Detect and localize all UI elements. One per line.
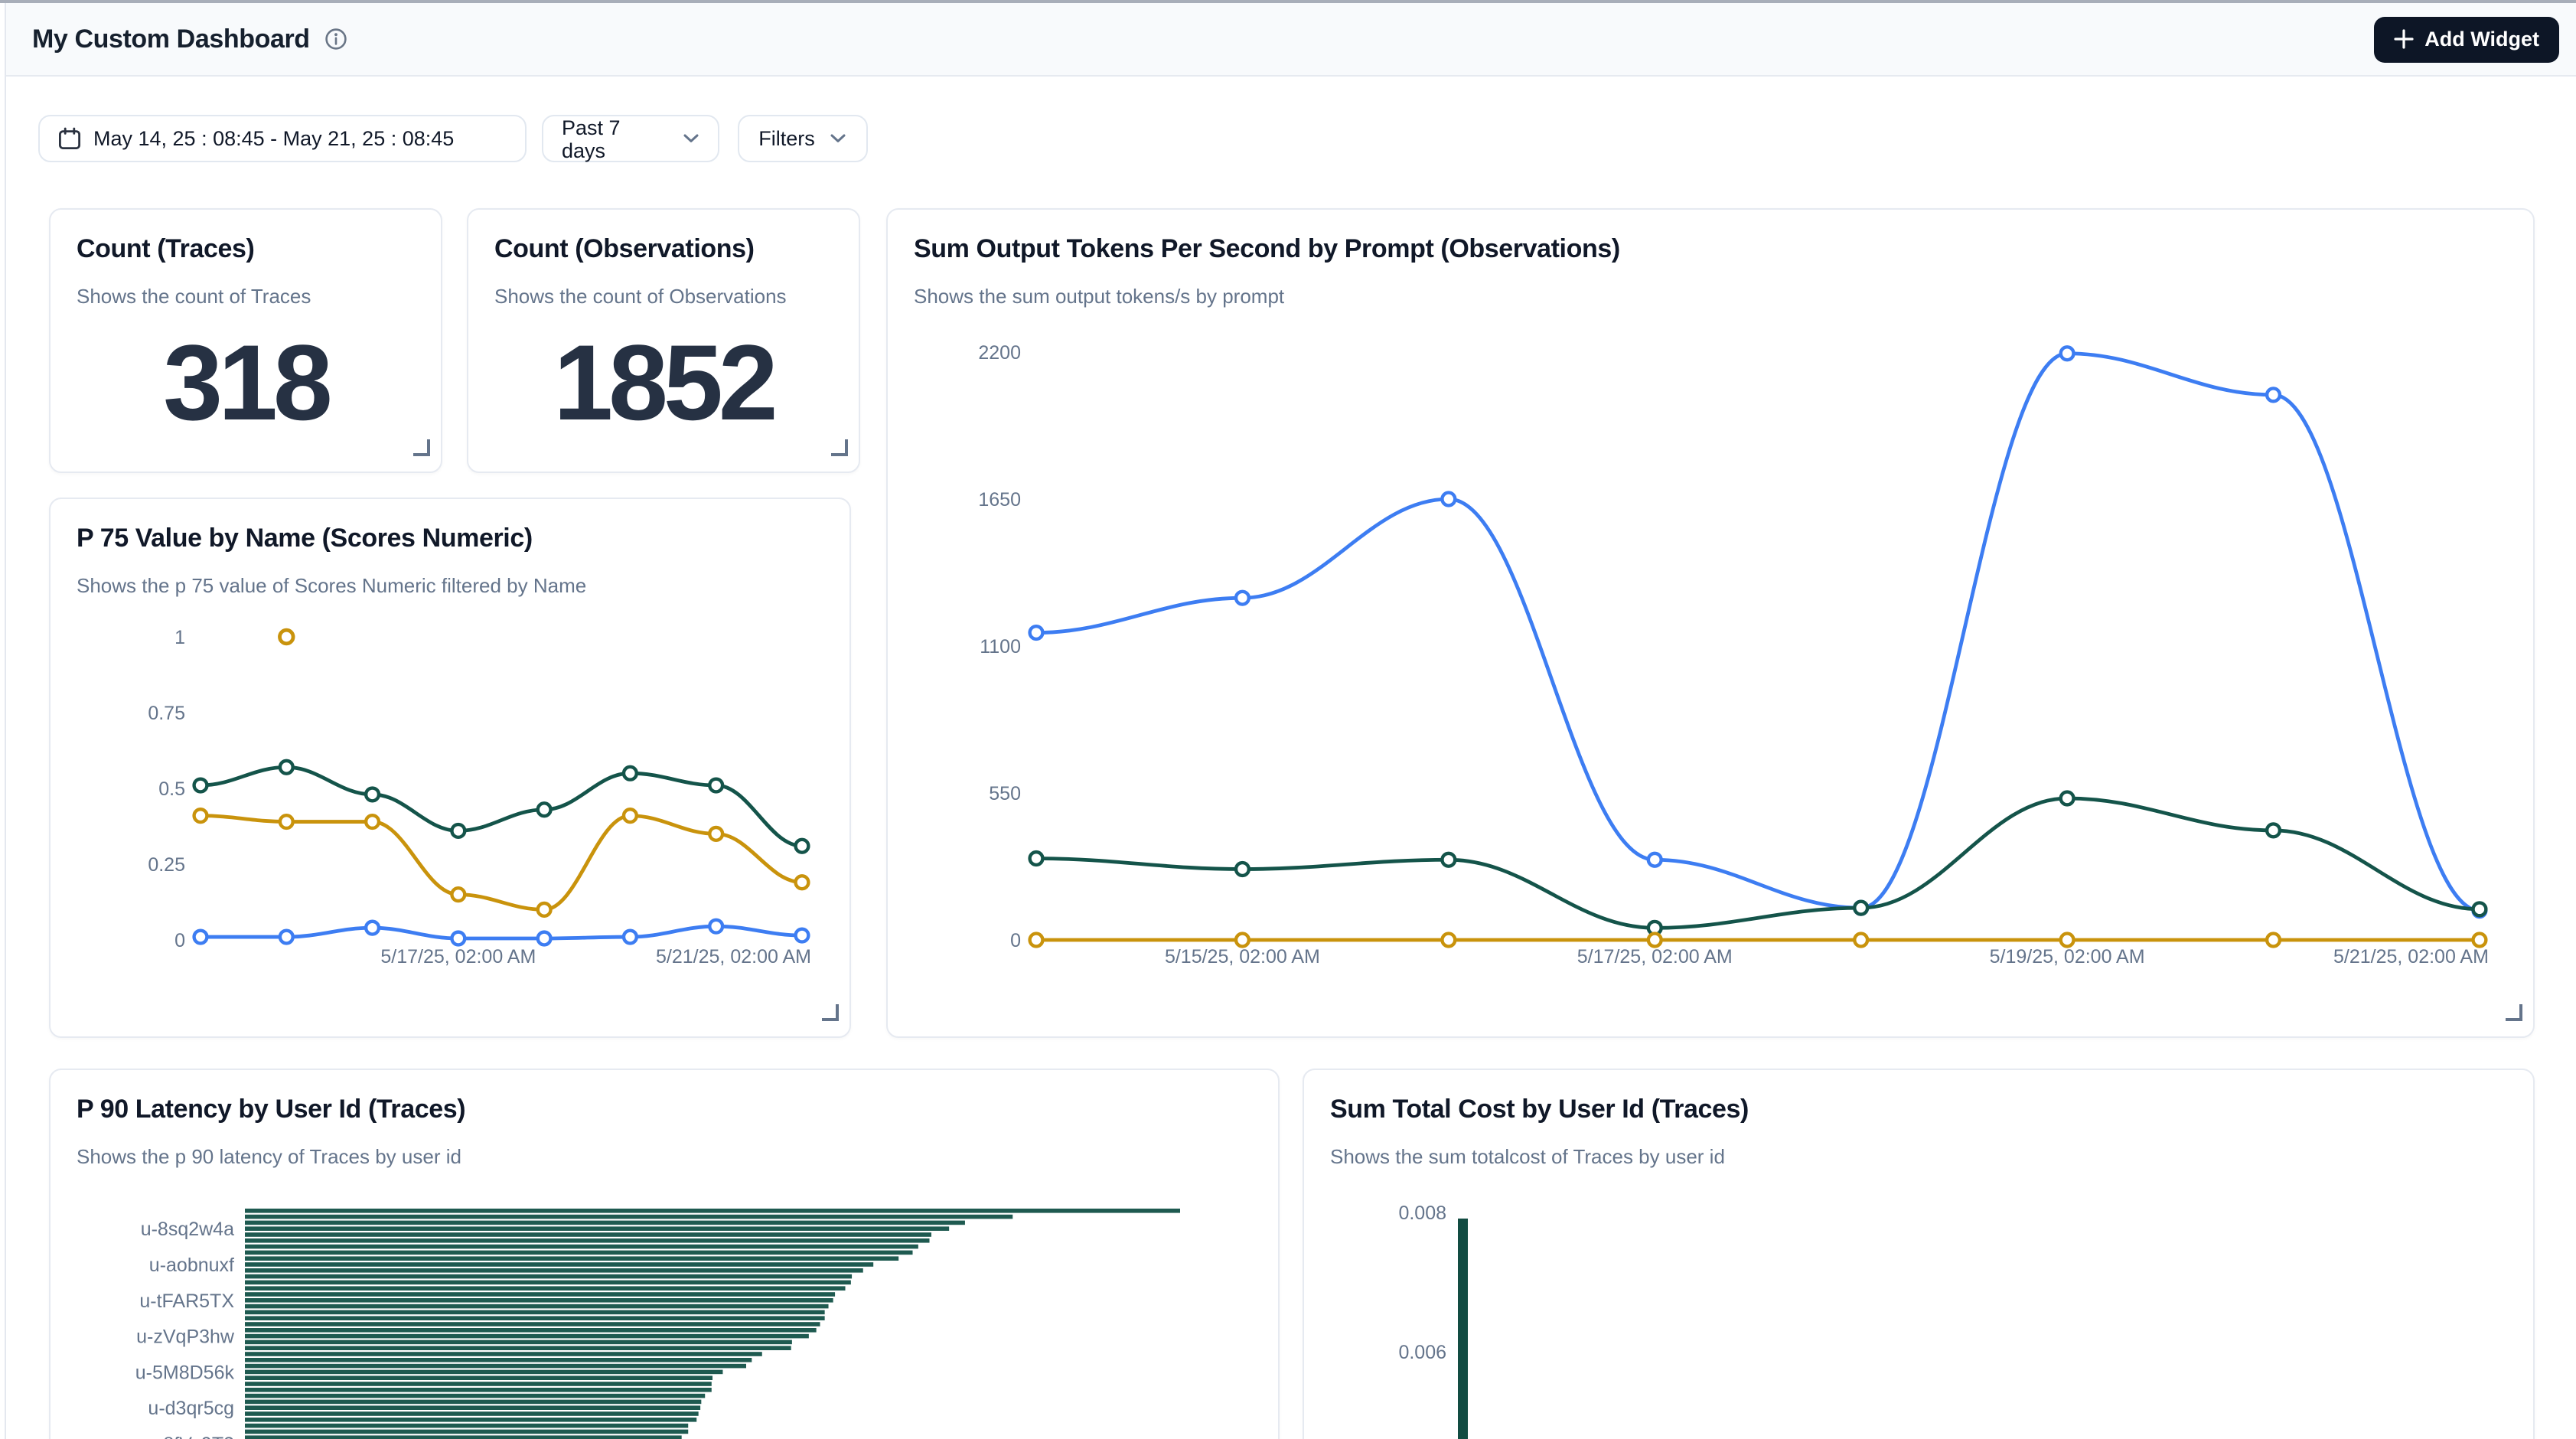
filters-dropdown[interactable]: Filters: [738, 115, 868, 162]
p90-bar-chart: u-8sq2w4a u-aobnuxf u-tFAR5TX u-zVqP3hw u-5M…: [51, 1070, 1280, 1439]
add-widget-button[interactable]: Add Widget: [2374, 16, 2559, 62]
widget-title: Count (Observations): [494, 234, 755, 265]
svg-text:0: 0: [1010, 930, 1021, 951]
svg-text:u-5M8D56k: u-5M8D56k: [135, 1362, 235, 1383]
svg-text:5/19/25, 02:00 AM: 5/19/25, 02:00 AM: [1990, 946, 2145, 967]
svg-text:0.25: 0.25: [148, 854, 185, 876]
sidebar-edge-divider: [5, 3, 6, 1439]
widget-cost-chart: Sum Total Cost by User Id (Traces) Shows…: [1303, 1069, 2535, 1439]
svg-text:5/21/25, 02:00 AM: 5/21/25, 02:00 AM: [2333, 946, 2489, 967]
svg-text:5/17/25, 02:00 AM: 5/17/25, 02:00 AM: [1577, 946, 1733, 967]
widget-tokens-chart: Sum Output Tokens Per Second by Prompt (…: [886, 208, 2535, 1038]
svg-text:0: 0: [174, 930, 185, 951]
svg-text:1100: 1100: [980, 636, 1021, 658]
chevron-down-icon: [830, 133, 847, 144]
widget-count-traces: Count (Traces) Shows the count of Traces…: [49, 208, 442, 473]
widget-p90-chart: P 90 Latency by User Id (Traces) Shows t…: [49, 1069, 1280, 1439]
resize-handle-icon[interactable]: [413, 439, 430, 456]
count-traces-value: 318: [51, 305, 441, 461]
page-title: My Custom Dashboard: [32, 24, 310, 54]
date-range-value: May 14, 25 : 08:45 - May 21, 25 : 08:45: [93, 127, 454, 150]
dashboard-page: My Custom Dashboard Add Widget May 14, 2…: [0, 0, 2576, 1439]
p75-line-chart: 0 0.25 0.5 0.75 1 5/17/25, 02:00 AM 5/21/25, 0…: [51, 499, 851, 1038]
svg-text:u-d3qr5cg: u-d3qr5cg: [148, 1398, 234, 1419]
svg-text:5/15/25, 02:00 AM: 5/15/25, 02:00 AM: [1165, 946, 1320, 967]
add-widget-label: Add Widget: [2424, 28, 2539, 51]
widget-count-observations: Count (Observations) Shows the count of …: [467, 208, 860, 473]
resize-handle-icon[interactable]: [822, 1004, 839, 1021]
time-preset-value: Past 7 days: [562, 116, 667, 162]
calendar-icon: [58, 127, 81, 150]
svg-text:u-aobnuxf: u-aobnuxf: [149, 1255, 234, 1276]
svg-text:u-tFAR5TX: u-tFAR5TX: [139, 1291, 234, 1312]
page-header: My Custom Dashboard Add Widget: [6, 3, 2576, 77]
cost-bar-chart: 0.008 0.006: [1304, 1070, 2535, 1439]
time-preset-dropdown[interactable]: Past 7 days: [542, 115, 719, 162]
svg-text:u-8sq2w4a: u-8sq2w4a: [141, 1219, 234, 1240]
svg-text:0.5: 0.5: [158, 778, 185, 800]
svg-text:0.75: 0.75: [148, 703, 185, 724]
svg-text:u-zVqP3hw: u-zVqP3hw: [136, 1326, 235, 1348]
plus-icon: [2394, 29, 2414, 49]
svg-text:550: 550: [989, 783, 1021, 804]
svg-text:5/21/25, 02:00 AM: 5/21/25, 02:00 AM: [656, 946, 811, 967]
resize-handle-icon[interactable]: [831, 439, 848, 456]
info-icon[interactable]: [325, 28, 348, 51]
svg-text:2200: 2200: [978, 342, 1021, 364]
date-range-picker[interactable]: May 14, 25 : 08:45 - May 21, 25 : 08:45: [38, 115, 527, 162]
widget-p75-chart: P 75 Value by Name (Scores Numeric) Show…: [49, 498, 851, 1038]
count-observations-value: 1852: [468, 305, 859, 461]
svg-text:0.006: 0.006: [1398, 1342, 1446, 1363]
svg-text:5/17/25, 02:00 AM: 5/17/25, 02:00 AM: [380, 946, 536, 967]
svg-text:u-8fVa9T3: u-8fVa9T3: [146, 1434, 234, 1439]
widget-title: Count (Traces): [77, 234, 254, 265]
svg-text:1650: 1650: [978, 489, 1021, 511]
chevron-down-icon: [683, 133, 699, 144]
resize-handle-icon[interactable]: [2506, 1004, 2522, 1021]
filters-label: Filters: [758, 127, 815, 150]
svg-text:0.008: 0.008: [1398, 1202, 1446, 1224]
tokens-line-chart: 0 550 1100 1650 2200 5/15/25, 02:00 AM 5/17/25…: [888, 210, 2535, 1038]
svg-text:1: 1: [174, 627, 185, 648]
